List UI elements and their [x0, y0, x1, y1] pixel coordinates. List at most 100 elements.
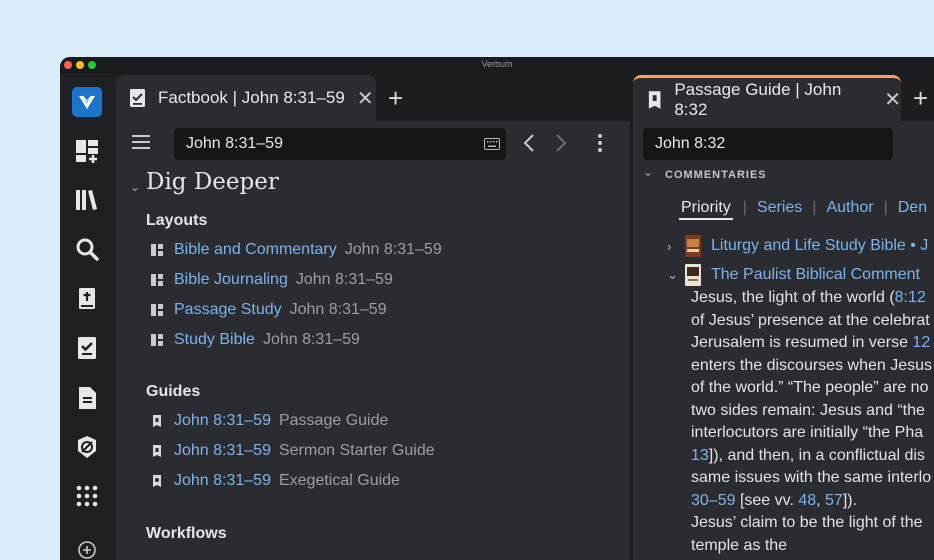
checklist-icon[interactable]	[72, 333, 102, 363]
filter-denomination[interactable]: Den	[888, 199, 934, 220]
layout-item-ref: John 8:31–59	[295, 271, 393, 288]
add-circle-icon[interactable]	[72, 535, 102, 560]
verse-link[interactable]: 8:12	[895, 289, 926, 306]
more-options-icon[interactable]	[590, 131, 610, 155]
commentaries-chevron-icon[interactable]: ⌄	[643, 165, 653, 179]
guide-item[interactable]: John 8:31–59 Exegetical Guide	[150, 472, 400, 490]
verse-link[interactable]: 30–59	[691, 492, 736, 509]
new-tab-button[interactable]: +	[388, 85, 403, 111]
bible-icon[interactable]	[72, 284, 102, 314]
factbook-icon	[130, 89, 145, 107]
body-text: two sides remain: Jesus and “the	[691, 401, 925, 419]
body-text: ,	[816, 491, 826, 509]
layout-item[interactable]: Bible Journaling John 8:31–59	[150, 271, 393, 289]
body-text: of Jesus’ presence at the celebrat	[691, 311, 930, 329]
guide-item-label[interactable]: John 8:31–59	[174, 472, 271, 490]
filter-author[interactable]: Author	[816, 199, 883, 220]
left-toolbar: John 8:31–59	[116, 121, 630, 165]
body-text: Jerusalem is resumed in verse	[691, 334, 913, 351]
layout-item[interactable]: Study Bible John 8:31–59	[150, 331, 360, 349]
commentary-item[interactable]: ⌄ The Paulist Biblical Comment	[667, 264, 920, 286]
layout-icon	[151, 304, 163, 316]
layout-item-ref: John 8:31–59	[289, 301, 387, 318]
passage-guide-content: ⌄ COMMENTARIES Priority | Series | Autho…	[633, 165, 934, 560]
layouts-section-title: Layouts	[146, 212, 208, 229]
forward-arrow-icon[interactable]	[550, 131, 572, 155]
right-tab-strip: Passage Guide | John 8:32 ✕ +	[633, 73, 934, 121]
body-text: Jesus, the light of the world (	[691, 289, 895, 306]
close-tab-passage-guide-icon[interactable]: ✕	[884, 87, 901, 112]
guide-item[interactable]: John 8:31–59 Passage Guide	[150, 412, 388, 430]
commentary-item[interactable]: › Liturgy and Life Study Bible • J	[667, 235, 928, 257]
commentary-title[interactable]: The Paulist Biblical Comment	[711, 266, 920, 284]
guide-item-ref: Sermon Starter Guide	[278, 442, 435, 459]
layout-item-ref: John 8:31–59	[262, 331, 360, 348]
passage-guide-icon	[648, 90, 661, 109]
body-text: ]), and then, in a conflictual dis	[708, 446, 925, 464]
filter-series[interactable]: Series	[747, 199, 812, 220]
factbook-search-input[interactable]: John 8:31–59	[174, 128, 506, 160]
layout-item[interactable]: Bible and Commentary John 8:31–59	[150, 241, 442, 259]
collapse-chevron-icon[interactable]: ⌄	[667, 267, 685, 283]
title-bar: Verbum	[60, 57, 934, 73]
commentaries-label: COMMENTARIES	[665, 169, 767, 181]
workflows-section-title: Workflows	[146, 525, 227, 542]
back-arrow-icon[interactable]	[518, 131, 540, 155]
close-tab-factbook-icon[interactable]: ✕	[357, 86, 374, 111]
verse-link[interactable]: 48	[798, 492, 816, 509]
keyboard-icon[interactable]	[482, 135, 502, 153]
app-title: Verbum	[481, 59, 513, 69]
sermon-guide-icon	[153, 445, 161, 457]
verbum-logo-icon[interactable]	[72, 87, 102, 117]
dig-deeper-heading: Dig Deeper	[146, 169, 279, 195]
factbook-panel: Factbook | John 8:31–59 ✕ + John 8:31–59	[116, 73, 630, 560]
layout-item-label[interactable]: Bible and Commentary	[174, 241, 337, 259]
guide-item-ref: Exegetical Guide	[278, 472, 400, 489]
guide-icon	[153, 415, 161, 427]
left-tab-strip: Factbook | John 8:31–59 ✕ +	[116, 73, 630, 121]
layout-icon	[151, 244, 163, 256]
commentary-filters: Priority | Series | Author | Den	[679, 199, 934, 220]
body-text: enters the discourses when Jesus	[691, 356, 933, 374]
layout-item[interactable]: Passage Study John 8:31–59	[150, 301, 387, 319]
menu-icon[interactable]	[130, 131, 152, 153]
layout-item-label[interactable]: Bible Journaling	[174, 271, 288, 289]
layouts-add-icon[interactable]	[72, 136, 102, 166]
tab-passage-guide[interactable]: Passage Guide | John 8:32 ✕	[633, 75, 901, 121]
library-icon[interactable]	[72, 185, 102, 215]
filter-priority[interactable]: Priority	[679, 199, 733, 220]
verse-link[interactable]: 13	[691, 447, 709, 464]
left-rail	[60, 73, 116, 560]
body-text: Jesus’ claim to be the light of the	[691, 514, 923, 531]
new-tab-button-right[interactable]: +	[913, 85, 928, 111]
search-icon[interactable]	[72, 234, 102, 264]
verse-link[interactable]: 57	[825, 492, 843, 509]
tab-factbook-title: Factbook | John 8:31–59	[158, 88, 345, 107]
guide-item[interactable]: John 8:31–59 Sermon Starter Guide	[150, 442, 435, 460]
passage-guide-panel: Passage Guide | John 8:32 ✕ + John 8:32 …	[633, 73, 934, 560]
passage-search-input[interactable]: John 8:32	[643, 128, 893, 160]
commentary-title[interactable]: Liturgy and Life Study Bible • J	[711, 237, 928, 255]
layout-item-label[interactable]: Passage Study	[174, 301, 282, 319]
guide-item-label[interactable]: John 8:31–59	[174, 442, 271, 460]
guide-item-ref: Passage Guide	[278, 412, 389, 429]
body-text: same issues with the same interlo	[691, 469, 932, 486]
document-icon[interactable]	[72, 383, 102, 413]
body-text: of the world.” “The people” are no	[691, 379, 929, 396]
guides-section-title: Guides	[146, 383, 201, 400]
tab-passage-guide-title: Passage Guide | John 8:32	[674, 79, 842, 119]
expand-chevron-icon[interactable]: ›	[667, 239, 685, 254]
factbook-content: ⌄ Dig Deeper Layouts Bible and Commentar…	[116, 165, 630, 560]
guide-icon[interactable]	[72, 432, 102, 462]
body-text: [see vv.	[735, 491, 799, 509]
collapse-chevron-icon[interactable]: ⌄	[130, 180, 140, 194]
commentary-body: Jesus, the light of the world (8:12 of J…	[691, 287, 934, 557]
guide-item-label[interactable]: John 8:31–59	[174, 412, 271, 430]
body-text: temple as the	[691, 536, 788, 554]
layout-item-ref: John 8:31–59	[344, 241, 442, 258]
tab-factbook[interactable]: Factbook | John 8:31–59 ✕	[116, 75, 376, 121]
layout-icon	[151, 274, 163, 286]
verse-link[interactable]: 12	[912, 334, 930, 351]
layout-item-label[interactable]: Study Bible	[174, 331, 255, 349]
apps-grid-icon[interactable]	[72, 481, 102, 511]
